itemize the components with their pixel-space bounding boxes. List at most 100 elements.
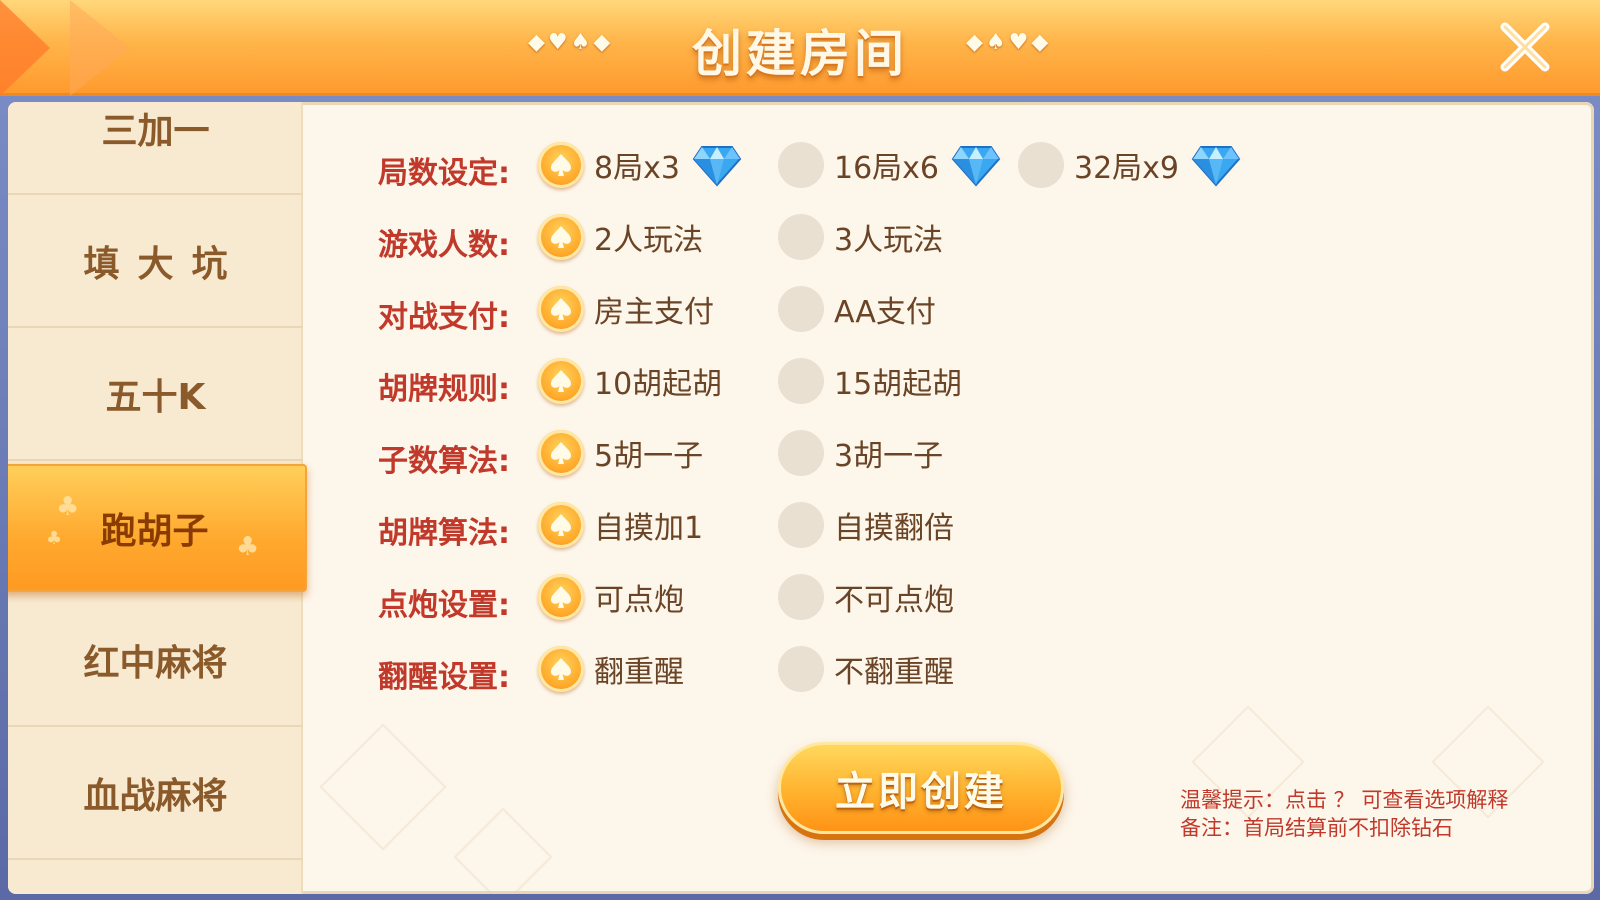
option-choice[interactable]: 32局x9 <box>1018 140 1241 190</box>
option-row: 胡牌规则: 10胡起胡 15胡起胡 <box>308 350 1588 410</box>
hint-line: 温馨提示：点击 ？ 可查看选项解释 <box>1180 788 1509 812</box>
option-text: 8局x3 <box>594 151 680 186</box>
radio-selected[interactable] <box>538 214 584 260</box>
option-row: 胡牌算法: 自摸加1 自摸翻倍 <box>308 494 1588 554</box>
dialog-title: 创建房间 <box>692 25 908 83</box>
option-choice[interactable]: 3胡一子 <box>778 428 943 478</box>
club-icon: ♣ <box>236 532 260 562</box>
option-choice[interactable]: 2人玩法 <box>538 212 703 262</box>
option-text: 16局x6 <box>834 151 940 186</box>
option-choice[interactable]: 不可点炮 <box>778 572 954 622</box>
spade-icon <box>551 370 571 392</box>
sidebar-item-sanjiayi[interactable]: 三加一 <box>8 102 303 195</box>
option-choice[interactable]: 10胡起胡 <box>538 356 722 406</box>
radio-unselected[interactable] <box>778 430 824 476</box>
checkbox-choice[interactable]: 中醒 <box>778 720 884 722</box>
sidebar-item-label: 三加一 <box>101 110 210 152</box>
option-label: 游戏人数: <box>378 228 510 263</box>
radio-selected[interactable] <box>538 574 584 620</box>
option-row: 对战支付: 房主支付 AA支付 <box>308 278 1588 338</box>
option-choice[interactable]: AA支付 <box>778 284 936 334</box>
game-sidebar: 三加一 填大坑 五十K ♣ ♣ ♣ 跑胡子 红中麻将 血战麻将 <box>8 102 307 894</box>
radio-unselected[interactable] <box>1018 142 1064 188</box>
option-row: 局数设定: 8局x3 16局x6 32局x9 <box>308 134 1588 194</box>
sidebar-item-tiandakeng[interactable]: 填大坑 <box>8 195 303 328</box>
option-choice[interactable]: 自摸翻倍 <box>778 500 954 550</box>
close-icon <box>1500 22 1550 72</box>
option-text: 房主支付 <box>594 295 714 330</box>
option-text: 自摸加1 <box>594 511 704 546</box>
radio-selected[interactable] <box>538 430 584 476</box>
option-label: 翻醒设置: <box>378 660 510 695</box>
diamond-gem-icon <box>1191 146 1241 187</box>
background-diamond <box>453 807 553 894</box>
spade-icon <box>551 442 571 464</box>
option-choice[interactable]: 不翻重醒 <box>778 644 954 694</box>
radio-unselected[interactable] <box>778 646 824 692</box>
sidebar-item-label: 跑胡子 <box>100 511 209 552</box>
option-text: 10胡起胡 <box>594 367 723 402</box>
option-row: 点炮设置: 可点炮 不可点炮 <box>308 566 1588 626</box>
main-panel: 三加一 填大坑 五十K ♣ ♣ ♣ 跑胡子 红中麻将 血战麻将 局数设定: 8局x… <box>8 102 1594 894</box>
options-area: 局数设定: 8局x3 16局x6 32局x9 游戏人数: 2人玩法 3人玩法对战支付: 房主支… <box>308 102 1588 722</box>
diamond-gem-icon <box>951 146 1001 187</box>
option-label: 点炮设置: <box>378 588 510 623</box>
option-choice[interactable]: 可点炮 <box>538 572 684 622</box>
title-bar: ◆♥♠◆ 创建房间 ◆♠♥◆ <box>0 0 1600 96</box>
club-icon: ♣ <box>46 528 63 549</box>
sidebar-item-hongzhong[interactable]: 红中麻将 <box>8 594 303 727</box>
background-diamond <box>319 723 447 851</box>
option-text: 3胡一子 <box>834 439 944 474</box>
radio-selected[interactable] <box>538 502 584 548</box>
option-choice[interactable]: 自摸加1 <box>538 500 703 550</box>
radio-selected[interactable] <box>538 646 584 692</box>
checkbox-choice[interactable]: 上醒 <box>538 720 644 722</box>
option-choice[interactable]: 翻重醒 <box>538 644 684 694</box>
radio-selected[interactable] <box>538 286 584 332</box>
option-text: 翻重醒 <box>594 655 684 690</box>
option-label: 胡牌规则: <box>378 372 510 407</box>
hint-text: 温馨提示：点击 ？ 可查看选项解释 备注：首局结算前不扣除钻石 <box>1180 786 1508 842</box>
create-now-button[interactable]: 立即创建 <box>778 742 1064 834</box>
option-label: 局数设定: <box>378 156 510 191</box>
hint-line: 备注：首局结算前不扣除钻石 <box>1180 816 1453 840</box>
radio-unselected[interactable] <box>778 142 824 188</box>
option-choice[interactable]: 16局x6 <box>778 140 1001 190</box>
radio-unselected[interactable] <box>778 502 824 548</box>
sidebar-item-wushik[interactable]: 五十K <box>8 328 303 461</box>
sidebar-item-label: 五十K <box>105 376 206 418</box>
spade-icon <box>551 658 571 680</box>
option-text: 15胡起胡 <box>834 367 963 402</box>
option-text: 5胡一子 <box>594 439 704 474</box>
club-icon: ♣ <box>56 492 80 522</box>
radio-unselected[interactable] <box>778 286 824 332</box>
radio-selected[interactable] <box>538 142 584 188</box>
sidebar-item-label: 血战麻将 <box>83 775 228 817</box>
spade-icon <box>551 586 571 608</box>
option-label: 子数算法: <box>378 444 510 479</box>
checkbox-choice[interactable]: 下醒 <box>1018 720 1124 722</box>
option-choice[interactable]: 15胡起胡 <box>778 356 962 406</box>
spade-icon <box>551 514 571 536</box>
option-choice[interactable]: 5胡一子 <box>538 428 703 478</box>
option-row: 游戏人数: 2人玩法 3人玩法 <box>308 206 1588 266</box>
option-text: AA支付 <box>834 295 936 330</box>
option-label: 胡牌算法: <box>378 516 510 551</box>
spade-icon <box>551 226 571 248</box>
sidebar-item-xuezhan[interactable]: 血战麻将 <box>8 727 303 860</box>
radio-unselected[interactable] <box>778 214 824 260</box>
option-text: 可点炮 <box>594 583 684 618</box>
option-row: 翻醒设置: 翻重醒 不翻重醒 <box>308 638 1588 698</box>
sidebar-item-paohuzi[interactable]: ♣ ♣ ♣ 跑胡子 <box>8 464 307 592</box>
close-button[interactable] <box>1490 12 1560 82</box>
option-choice[interactable]: 3人玩法 <box>778 212 943 262</box>
radio-unselected[interactable] <box>778 358 824 404</box>
option-label: 对战支付: <box>378 300 510 335</box>
option-text: 不可点炮 <box>834 583 954 618</box>
option-text: 不翻重醒 <box>834 655 954 690</box>
radio-selected[interactable] <box>538 358 584 404</box>
radio-unselected[interactable] <box>778 574 824 620</box>
option-choice[interactable]: 8局x3 <box>538 140 742 190</box>
option-text: 2人玩法 <box>594 223 704 258</box>
option-choice[interactable]: 房主支付 <box>538 284 714 334</box>
